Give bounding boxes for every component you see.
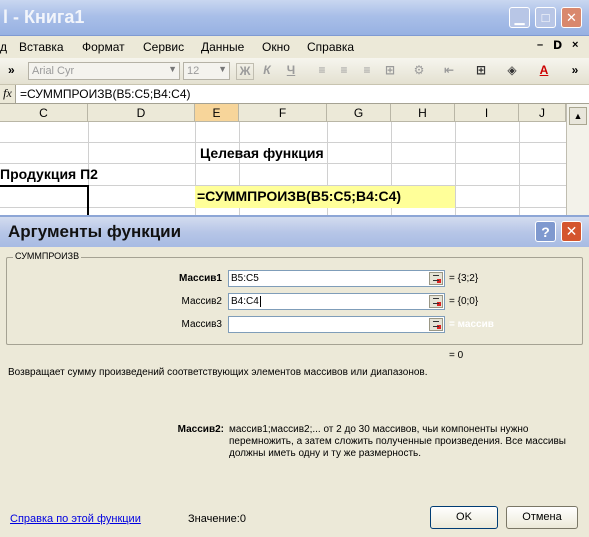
array2-label: Массив2 <box>181 296 222 307</box>
menu-item-tools[interactable]: Сервис <box>143 40 184 54</box>
doc-close-button[interactable]: × <box>572 39 578 51</box>
align-right-icon[interactable]: ≡ <box>358 63 376 80</box>
align-left-icon[interactable]: ≡ <box>313 63 331 80</box>
indent-icon[interactable]: ⇤ <box>440 63 458 80</box>
ok-button[interactable]: OK <box>430 506 498 529</box>
vertical-scrollbar[interactable]: ▲ <box>566 104 589 215</box>
column-header-g[interactable]: G <box>327 104 391 122</box>
array1-value: B5:C5 <box>231 273 259 284</box>
fill-color-icon[interactable]: ◈ <box>503 63 521 80</box>
bold-button[interactable]: Ж <box>236 63 254 80</box>
close-window-button[interactable]: ✕ <box>561 7 582 28</box>
menu-item-insert[interactable]: Вставка <box>19 40 64 54</box>
font-size-value: 12 <box>187 65 200 77</box>
currency-icon[interactable]: ⚙ <box>410 63 428 80</box>
column-header-f[interactable]: F <box>239 104 327 122</box>
array3-input[interactable] <box>228 316 445 333</box>
underline-button[interactable]: Ч <box>282 63 300 80</box>
array2-result: = {0;0} <box>449 296 479 307</box>
dialog-close-button[interactable]: ✕ <box>561 221 582 242</box>
menu-item-window[interactable]: Окно <box>262 40 290 54</box>
menu-item-view[interactable]: д <box>0 40 7 54</box>
collapse-dialog-icon[interactable] <box>429 295 443 308</box>
column-header-j[interactable]: J <box>519 104 566 122</box>
array1-label: Массив1 <box>179 273 222 284</box>
function-name-legend: СУММПРОИЗВ <box>13 251 82 261</box>
cell-border <box>0 185 89 187</box>
column-header-c[interactable]: C <box>0 104 88 122</box>
toolbar-overflow-right-icon[interactable]: » <box>566 63 584 80</box>
font-name-value: Arial Cyr <box>32 65 75 77</box>
arg-detail-label: Массив2: <box>177 424 224 435</box>
help-button[interactable]: ? <box>535 221 556 242</box>
value-result: 0 <box>239 513 246 525</box>
dialog-titlebar: Аргументы функции ? ✕ <box>0 217 589 247</box>
arg-detail-text: массив1;массив2;... от 2 до 30 массивов,… <box>229 424 566 459</box>
font-name-select[interactable]: Arial Cyr ▼ <box>28 62 180 80</box>
chevron-down-icon: ▼ <box>218 64 227 74</box>
array3-label: Массив3 <box>181 319 222 330</box>
scroll-up-icon[interactable]: ▲ <box>569 107 587 125</box>
formula-bar: fx =СУММПРОИЗВ(B5:C5;B4:C4) <box>0 85 589 104</box>
collapse-dialog-icon[interactable] <box>429 272 443 285</box>
borders-icon[interactable]: ⊞ <box>472 63 490 80</box>
function-result: = 0 <box>449 350 464 361</box>
column-header-e[interactable]: E <box>195 104 239 122</box>
dialog-title: Аргументы функции <box>8 222 182 241</box>
minimize-button[interactable]: ▁ <box>509 7 530 28</box>
formatting-toolbar: » Arial Cyr ▼ 12 ▼ Ж К Ч ≡ ≡ ≡ ⊞ ⚙ ⇤ ⊞ ◈… <box>0 58 589 85</box>
collapse-dialog-icon[interactable] <box>429 318 443 331</box>
window-title: l - Книга1 <box>3 7 85 27</box>
array1-result: = {3;2} <box>449 273 479 284</box>
align-center-icon[interactable]: ≡ <box>335 63 353 80</box>
array1-input[interactable]: B5:C5 <box>228 270 445 287</box>
function-description: Возвращает сумму произведений соответств… <box>8 367 428 378</box>
worksheet-grid[interactable]: Целевая функция Продукция П2 =СУММПРОИЗВ… <box>0 122 566 215</box>
menu-item-format[interactable]: Формат <box>82 40 125 54</box>
italic-button[interactable]: К <box>258 63 276 80</box>
column-header-d[interactable]: D <box>88 104 195 122</box>
product-p2-label: Продукция П2 <box>0 166 98 182</box>
cancel-button[interactable]: Отмена <box>506 506 578 529</box>
function-help-link[interactable]: Справка по этой функции <box>10 513 141 525</box>
doc-restore-button[interactable]: ᗞ <box>553 39 562 52</box>
toolbar-overflow-icon[interactable]: » <box>8 63 15 77</box>
array2-value: B4:C4 <box>231 296 259 307</box>
menu-bar: д Вставка Формат Сервис Данные Окно Спра… <box>0 36 589 58</box>
function-arguments-dialog: Аргументы функции ? ✕ СУММПРОИЗВ Массив1… <box>0 215 589 537</box>
maximize-button[interactable]: □ <box>535 7 556 28</box>
fx-icon[interactable]: fx <box>0 85 16 103</box>
formula-cell[interactable]: =СУММПРОИЗВ(B5:C5;B4:C4) <box>197 188 401 204</box>
column-header-i[interactable]: I <box>455 104 519 122</box>
target-function-label: Целевая функция <box>200 145 324 161</box>
value-label: Значение:0 <box>188 513 246 525</box>
column-header-h[interactable]: H <box>391 104 455 122</box>
doc-minimize-button[interactable]: – <box>537 39 543 51</box>
font-color-icon[interactable]: A <box>535 63 553 80</box>
value-caption: Значение: <box>188 513 240 525</box>
menu-item-help[interactable]: Справка <box>307 40 354 54</box>
array2-input[interactable]: B4:C4 <box>228 293 445 310</box>
merge-center-icon[interactable]: ⊞ <box>381 63 399 80</box>
formula-input[interactable]: =СУММПРОИЗВ(B5:C5;B4:C4) <box>20 87 191 101</box>
chevron-down-icon: ▼ <box>168 64 177 74</box>
font-size-select[interactable]: 12 ▼ <box>183 62 230 80</box>
window-titlebar: l - Книга1 ▁ □ ✕ <box>0 0 589 36</box>
array3-result: = массив <box>449 319 494 330</box>
menu-item-data[interactable]: Данные <box>201 40 244 54</box>
cell-border <box>87 185 89 215</box>
